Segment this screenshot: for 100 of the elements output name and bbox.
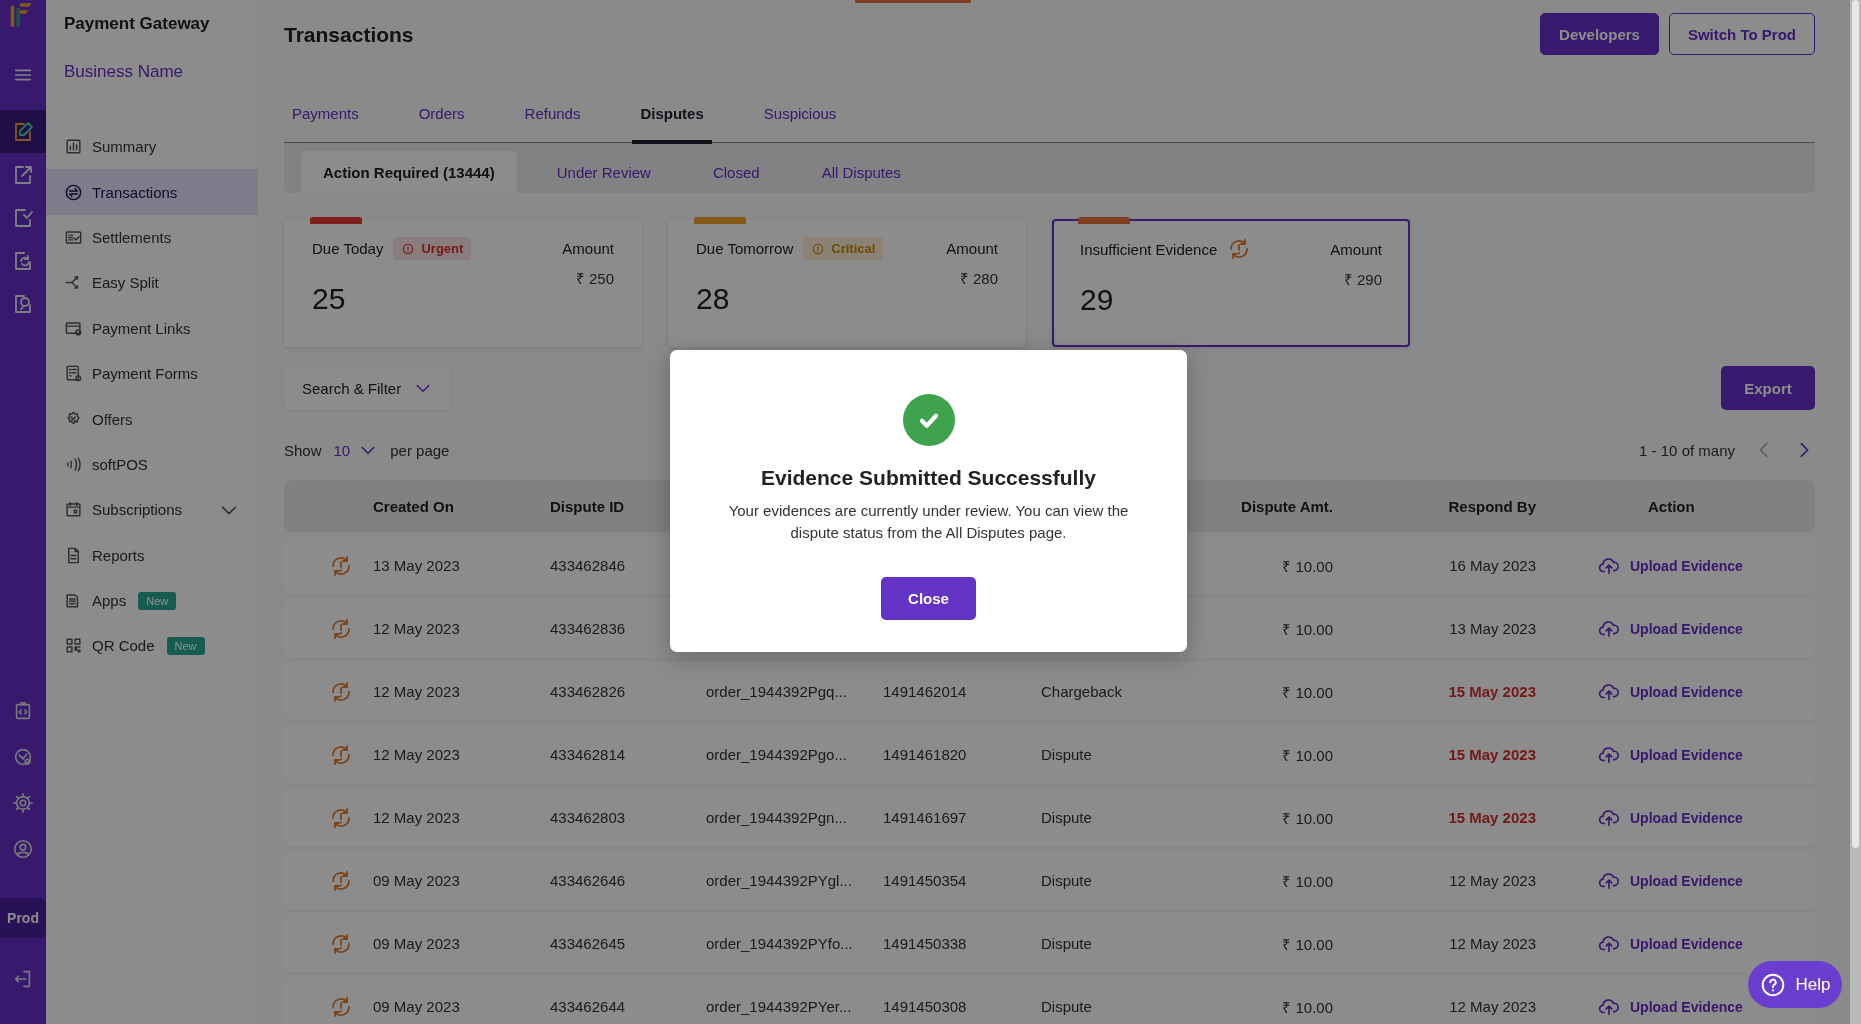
subtab[interactable]: Action Required (13444) bbox=[301, 151, 517, 193]
table-cell: 13 May 2023 bbox=[373, 557, 460, 574]
table-cell: 09 May 2023 bbox=[373, 935, 460, 952]
tab[interactable]: Orders bbox=[410, 104, 473, 144]
sidebar-item[interactable]: Easy Split bbox=[46, 260, 258, 306]
amount-label: Amount bbox=[1330, 240, 1382, 258]
table-cell: Dispute bbox=[1041, 809, 1092, 826]
upload-evidence-link[interactable]: Upload Evidence bbox=[1598, 869, 1743, 892]
tab[interactable]: Payments bbox=[284, 104, 367, 144]
alert-sync-icon bbox=[329, 679, 353, 704]
upload-evidence-link[interactable]: Upload Evidence bbox=[1598, 743, 1743, 766]
table-cell: 1491450308 bbox=[883, 998, 967, 1015]
upload-evidence-link[interactable]: Upload Evidence bbox=[1598, 995, 1743, 1018]
upload-evidence-link[interactable]: Upload Evidence bbox=[1598, 617, 1743, 640]
environment-label[interactable]: Prod bbox=[0, 898, 46, 938]
business-name[interactable]: Business Name bbox=[64, 62, 184, 82]
sidebar-item[interactable]: Payment Forms bbox=[46, 350, 258, 397]
upload-evidence-link[interactable]: Upload Evidence bbox=[1598, 680, 1743, 703]
bar-chart-icon bbox=[64, 137, 83, 157]
summary-card[interactable]: Due Tomorrow Critical Amount ₹ 280 28 bbox=[668, 219, 1026, 347]
column-header: Respond By bbox=[1448, 497, 1537, 515]
dialog-title: Evidence Submitted Successfully bbox=[761, 466, 1096, 490]
sidebar-item[interactable]: Offers bbox=[46, 396, 258, 442]
dispute-count: 25 bbox=[312, 282, 346, 316]
amount-value: ₹ 250 bbox=[575, 269, 614, 288]
sidebar-item[interactable]: QR Code New bbox=[46, 623, 258, 669]
sidebar-item[interactable]: softPOS bbox=[46, 441, 258, 488]
table-cell: 1491461820 bbox=[883, 746, 967, 763]
user-icon[interactable] bbox=[12, 838, 34, 860]
table-cell: 433462814 bbox=[550, 746, 626, 763]
alert-sync-icon bbox=[329, 742, 353, 767]
amount-label: Amount bbox=[946, 240, 998, 257]
search-filter-dropdown[interactable]: Search & Filter bbox=[284, 366, 452, 410]
table-cell-text: 15 May 2023 bbox=[1448, 809, 1537, 826]
table-cell: order_1944392PYfo... bbox=[706, 935, 853, 952]
info-icon bbox=[401, 241, 416, 256]
table-cell: 1491462014 bbox=[883, 683, 967, 700]
subtab[interactable]: All Disputes bbox=[799, 151, 923, 193]
sidebar-item[interactable]: Subscriptions bbox=[46, 487, 258, 533]
tab[interactable]: Refunds bbox=[516, 104, 589, 144]
subtab[interactable]: Under Review bbox=[534, 151, 673, 193]
table-cell-text: 15 May 2023 bbox=[1448, 746, 1537, 763]
table-cell: order_1944392Pgq... bbox=[706, 683, 847, 700]
sidebar-item[interactable]: Reports bbox=[46, 532, 258, 578]
alert-sync-icon bbox=[329, 616, 353, 641]
summary-card[interactable]: Due Today Urgent Amount ₹ 250 25 bbox=[284, 219, 642, 347]
column-header: Dispute Amt. bbox=[1241, 497, 1333, 515]
switch-environment-button[interactable]: Switch To Prod bbox=[1668, 13, 1815, 55]
table-cell: 12 May 2023 bbox=[373, 683, 460, 700]
table-cell: Chargeback bbox=[1041, 683, 1122, 700]
export-button[interactable]: Export bbox=[1721, 366, 1815, 410]
help-button[interactable]: Help bbox=[1748, 961, 1842, 1008]
table-cell-text: ₹ 10.00 bbox=[1282, 871, 1333, 891]
scrollbar[interactable] bbox=[1850, 0, 1861, 1024]
column-header: Action bbox=[1647, 497, 1695, 515]
upload-evidence-link[interactable]: Upload Evidence bbox=[1598, 806, 1743, 829]
help-icon bbox=[1759, 971, 1786, 998]
upload-evidence-link[interactable]: Upload Evidence bbox=[1598, 932, 1743, 955]
settings-icon[interactable] bbox=[12, 792, 34, 814]
table-cell-text: 12 May 2023 bbox=[1449, 935, 1537, 952]
table-cell-text: ₹ 10.00 bbox=[1282, 934, 1333, 954]
page-title: Transactions bbox=[284, 23, 414, 47]
sidebar-item[interactable]: Transactions bbox=[46, 169, 258, 215]
upload-evidence-link[interactable]: Upload Evidence bbox=[1598, 554, 1743, 577]
new-badge: New bbox=[166, 637, 205, 655]
qr-code-icon bbox=[64, 636, 83, 656]
rail-item[interactable] bbox=[0, 110, 46, 153]
contactless-icon bbox=[64, 454, 83, 474]
sidebar-item[interactable]: Settlements bbox=[46, 214, 258, 261]
close-button[interactable]: Close bbox=[881, 577, 976, 620]
subtab[interactable]: Closed bbox=[690, 151, 782, 193]
card-title: Insufficient Evidence bbox=[1080, 240, 1218, 258]
amount-value: ₹ 290 bbox=[1343, 270, 1382, 289]
table-cell: Dispute bbox=[1041, 998, 1092, 1015]
per-page-label: per page bbox=[390, 441, 450, 459]
table-cell: 433462646 bbox=[550, 872, 626, 889]
table-cell: 433462826 bbox=[550, 683, 626, 700]
tab[interactable]: Suspicious bbox=[755, 104, 845, 144]
sidebar-item[interactable]: Apps New bbox=[46, 577, 258, 624]
sidebar-item[interactable]: Payment Links bbox=[46, 305, 258, 351]
app-title: Payment Gateway bbox=[63, 13, 210, 34]
alert-sync-icon bbox=[329, 868, 353, 893]
swap-arrows-icon bbox=[64, 182, 83, 202]
sidebar-item[interactable]: Summary bbox=[46, 124, 258, 170]
table-cell-text: ₹ 10.00 bbox=[1282, 619, 1333, 639]
dispute-count: 28 bbox=[696, 282, 730, 316]
table-cell: 12 May 2023 bbox=[373, 746, 460, 763]
summary-card[interactable]: Insufficient Evidence Amount ₹ 290 29 bbox=[1052, 219, 1410, 347]
column-header: Created On bbox=[373, 497, 454, 515]
page-size-dropdown[interactable]: 10 bbox=[329, 440, 383, 460]
card-title: Due Today bbox=[312, 240, 384, 257]
status-badge: Urgent bbox=[393, 237, 472, 260]
developers-button[interactable]: Developers bbox=[1540, 13, 1659, 55]
table-cell: 433462645 bbox=[550, 935, 626, 952]
table-cell-text: 16 May 2023 bbox=[1449, 557, 1537, 574]
calendar-icon bbox=[64, 500, 83, 520]
table-cell-text: ₹ 10.00 bbox=[1282, 682, 1333, 702]
table-cell-text: ₹ 10.00 bbox=[1282, 808, 1333, 828]
clock-check-icon[interactable] bbox=[12, 746, 34, 768]
table-cell: 1491450354 bbox=[883, 872, 967, 889]
